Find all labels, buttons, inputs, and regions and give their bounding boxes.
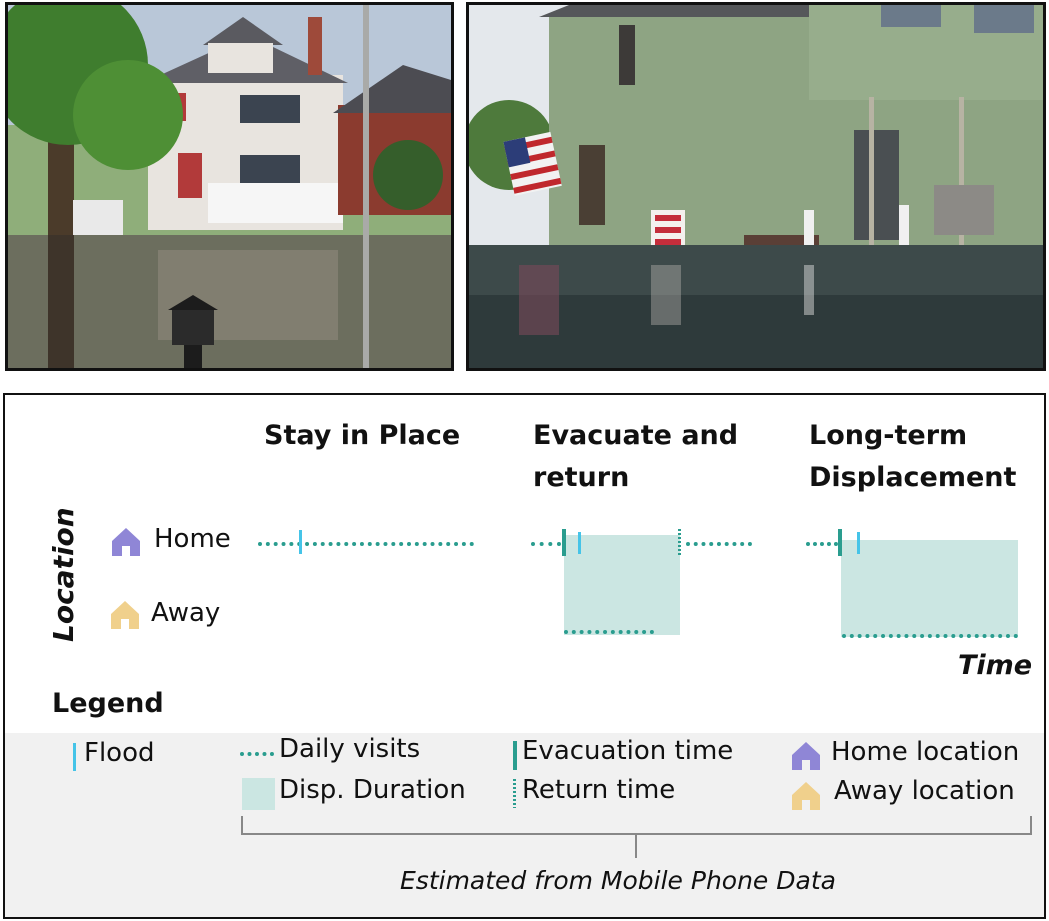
legend-disp-duration-label: Disp. Duration: [279, 775, 466, 805]
row-label-away: Away: [151, 598, 221, 628]
legend-footnote: Estimated from Mobile Phone Data: [400, 866, 836, 895]
daily-visits-away-evacuate: [564, 630, 654, 634]
y-axis-label: Location: [47, 507, 80, 642]
daily-visits-home-stay: [258, 542, 474, 546]
legend-away-icon: [791, 781, 821, 815]
scenario-title-displacement: Long-term Displacement: [809, 420, 1017, 493]
legend-evacuation-swatch: [513, 741, 517, 770]
legend-away-label: Away location: [834, 776, 1015, 806]
photo-flooded-street: [5, 2, 454, 371]
legend-daily-visits-label: Daily visits: [279, 734, 421, 764]
legend-return-label: Return time: [522, 775, 676, 805]
x-axis-label: Time: [958, 650, 1033, 681]
flood-marker-longterm: [857, 532, 860, 554]
daily-visits-home-before-evacuate: [531, 542, 561, 546]
daily-visits-home-after-return: [686, 542, 752, 546]
return-marker-evacuate: [678, 529, 681, 556]
scenario-title-evacuate: Evacuate and return: [533, 420, 739, 493]
legend-flood-label: Flood: [84, 738, 155, 768]
away-icon: [110, 600, 140, 634]
daily-visits-away-longterm: [842, 634, 1018, 638]
photo-flooded-house: [466, 2, 1046, 371]
flood-marker-evacuate: [578, 532, 581, 554]
legend-title: Legend: [52, 688, 164, 719]
legend-home-icon: [791, 741, 821, 775]
displacement-duration-longterm: [841, 540, 1018, 637]
legend-disp-duration-swatch: [242, 778, 275, 810]
legend-flood-swatch: [73, 743, 76, 771]
displacement-duration-evacuate: [564, 535, 680, 635]
legend-bracket: [241, 816, 1032, 858]
evacuation-marker-longterm: [838, 529, 842, 556]
flood-marker-stay: [299, 530, 302, 554]
legend-home-label: Home location: [831, 737, 1020, 767]
legend-return-swatch: [513, 779, 516, 808]
legend-evacuation-label: Evacuation time: [522, 736, 734, 766]
daily-visits-home-before-displacement: [806, 542, 838, 546]
row-label-home: Home: [154, 524, 231, 554]
scenario-title-stay: Stay in Place: [264, 420, 461, 451]
home-icon: [111, 527, 141, 561]
evacuation-marker-evacuate: [562, 529, 566, 556]
legend-daily-visits-swatch: [240, 752, 274, 756]
